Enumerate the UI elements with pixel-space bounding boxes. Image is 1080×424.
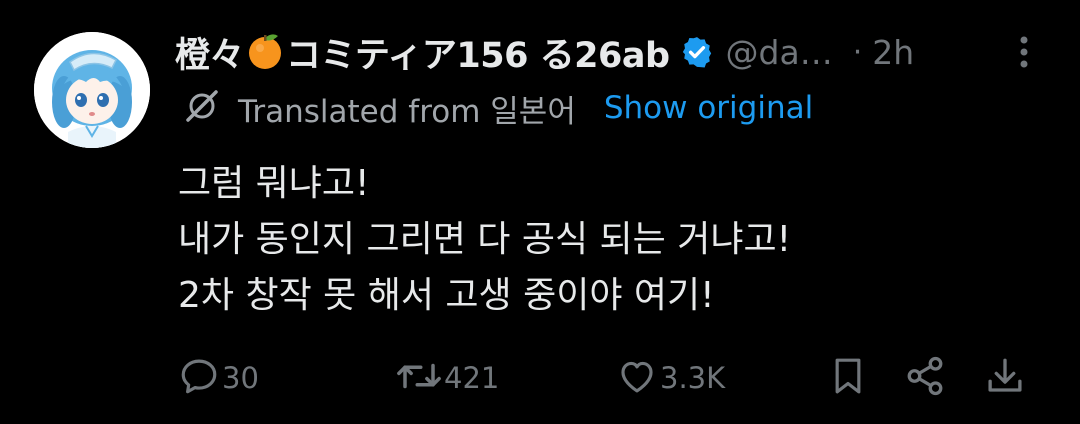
more-vertical-icon[interactable] — [1010, 32, 1038, 72]
download-button[interactable] — [984, 350, 1026, 406]
reply-count: 30 — [222, 361, 259, 395]
tweet-text: 그럼 뭐냐고! 내가 동인지 그리면 다 공식 되는 거냐고! 2차 창작 못 … — [178, 156, 1038, 324]
share-icon — [904, 355, 946, 401]
action-bar: 30 421 3.3K — [0, 350, 1080, 406]
repost-icon — [396, 355, 442, 401]
display-name-suffix[interactable]: コミティア156 る26ab — [286, 27, 670, 78]
repost-button[interactable]: 421 — [396, 350, 499, 406]
like-count: 3.3K — [660, 361, 726, 395]
avatar[interactable] — [34, 32, 150, 148]
user-handle[interactable]: @da… — [726, 33, 833, 72]
bookmark-button[interactable] — [828, 350, 868, 406]
translate-icon — [182, 86, 222, 130]
verified-badge-icon — [680, 35, 714, 69]
separator-dot: · — [852, 34, 863, 70]
display-name[interactable]: 橙々 — [175, 27, 245, 78]
timestamp[interactable]: 2h — [872, 33, 914, 72]
reply-button[interactable]: 30 — [178, 350, 259, 406]
orange-emoji — [246, 30, 284, 74]
bookmark-icon — [828, 355, 868, 401]
heart-icon — [616, 355, 658, 401]
reply-icon — [178, 355, 220, 401]
translated-from-label: Translated from 일본어 — [238, 93, 576, 130]
translation-notice: Translated from 일본어 Show original — [182, 84, 813, 132]
share-button[interactable] — [904, 350, 946, 406]
tweet-text-line: 내가 동인지 그리면 다 공식 되는 거냐고! — [178, 219, 792, 260]
download-icon — [984, 355, 1026, 401]
tweet-text-line: 2차 창작 못 해서 고생 중이야 여기! — [178, 275, 715, 316]
show-original-link[interactable]: Show original — [604, 90, 813, 126]
repost-count: 421 — [444, 361, 500, 395]
like-button[interactable]: 3.3K — [616, 350, 725, 406]
tweet-header: 橙々 コミティア156 る26ab @da… · 2h — [175, 26, 1055, 78]
tweet-text-line: 그럼 뭐냐고! — [178, 163, 370, 204]
